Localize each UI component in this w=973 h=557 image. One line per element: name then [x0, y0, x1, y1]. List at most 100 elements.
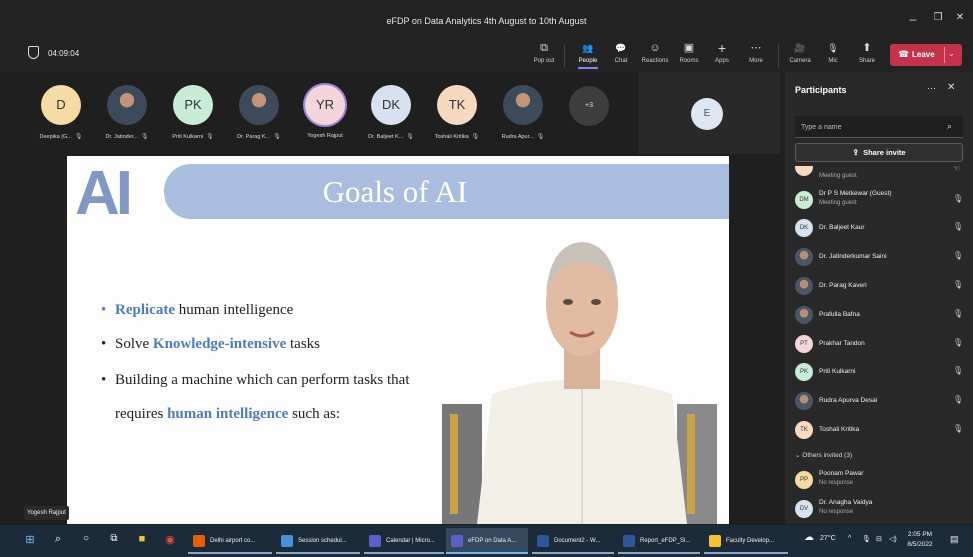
- list-item[interactable]: DV Dr. Anagha Vaidya No response: [785, 495, 973, 523]
- share-invite-button[interactable]: ⇪ Share invite: [795, 143, 963, 162]
- list-item[interactable]: DM Dr P S Metkewar (Guest) Meeting guest…: [785, 186, 973, 214]
- participant-tile-speaking[interactable]: YR Yogesh Rajput: [292, 85, 356, 149]
- close-icon[interactable]: ✕: [947, 82, 955, 93]
- mic-off-icon: 🎙: [827, 43, 839, 53]
- list-item[interactable]: DK Dr. Baljeet Kaur 🎙: [785, 214, 973, 242]
- taskbar-app[interactable]: Session schedul...: [276, 528, 360, 554]
- mic-button[interactable]: 🎙 Mic: [816, 41, 850, 71]
- list-item[interactable]: Dr. Jatinderkumar Saini 🎙: [785, 243, 973, 271]
- sticky-notes-icon[interactable]: ■: [134, 533, 150, 545]
- chat-button[interactable]: 💬 Chat: [604, 41, 638, 71]
- taskbar-app[interactable]: Faculty Develop...: [704, 528, 788, 554]
- people-button[interactable]: 👥 People: [571, 41, 605, 71]
- more-options-icon[interactable]: ⋯: [927, 83, 936, 94]
- list-item[interactable]: PT Prakhar Tandon 🎙: [785, 330, 973, 358]
- firefox-icon: [193, 535, 205, 547]
- chrome-icon[interactable]: ◉: [162, 533, 178, 546]
- list-item[interactable]: Rudra Apurva Desai 🎙: [785, 387, 973, 415]
- participant-tile[interactable]: Rudra Apur... 🎙: [490, 85, 554, 149]
- bullet-item: • Solve Knowledge-intensive tasks: [101, 336, 321, 352]
- taskbar-app[interactable]: Document2 - W...: [532, 528, 614, 554]
- avatar: PT: [795, 335, 813, 353]
- participant-gallery: D Deepika (G... 🎙 Dr. Jatinder... 🎙 PK Pri…: [0, 72, 630, 154]
- maximize-icon[interactable]: ❐: [931, 12, 945, 23]
- list-item[interactable]: Prafulla Bafna 🎙: [785, 301, 973, 329]
- mic-off-icon[interactable]: 🎙: [953, 338, 963, 347]
- weather-temp[interactable]: 27°C: [820, 535, 836, 542]
- search-icon[interactable]: ⌕: [50, 533, 66, 546]
- mic-off-icon[interactable]: 🎙: [953, 395, 963, 404]
- rooms-icon: ▣: [683, 42, 695, 54]
- minimize-icon[interactable]: –: [906, 12, 920, 26]
- leave-button[interactable]: ☎ Leave ⌄: [890, 44, 962, 66]
- participant-tile[interactable]: PK Priti Kulkarni 🎙: [160, 85, 224, 149]
- list-item[interactable]: PK Priti Kulkarni 🎙: [785, 358, 973, 386]
- presenter-name-label: Yogesh Rajput: [24, 506, 69, 520]
- pop-out-button[interactable]: ⧉ Pop out: [527, 41, 561, 71]
- taskbar-app[interactable]: Delhi airport co...: [188, 528, 272, 554]
- avatar: YR: [305, 85, 345, 125]
- bullet-item: • Building a machine which can perform ta…: [101, 372, 410, 388]
- mic-off-icon[interactable]: 🎙: [953, 424, 963, 433]
- close-icon[interactable]: ✕: [953, 12, 967, 23]
- avatar: DK: [371, 85, 411, 125]
- search-icon[interactable]: ⌕: [947, 121, 952, 132]
- avatar: [239, 85, 279, 125]
- more-participants-button[interactable]: +3: [569, 86, 609, 126]
- task-view-icon[interactable]: ⧉: [106, 533, 122, 544]
- list-item[interactable]: PP Poonam Pawar No response: [785, 466, 973, 494]
- camera-button[interactable]: 🎥 Camera: [783, 41, 817, 71]
- participant-tile[interactable]: TK Toshali Kritika 🎙: [424, 85, 488, 149]
- apps-button[interactable]: + Apps: [705, 41, 739, 71]
- microphone-icon[interactable]: 🎙: [862, 535, 871, 543]
- list-item[interactable]: TK Toshali Kritika 🎙: [785, 416, 973, 444]
- mic-off-icon[interactable]: 🎙: [953, 222, 963, 231]
- volume-icon[interactable]: ◁): [889, 535, 897, 543]
- avatar: [795, 392, 813, 410]
- notifications-icon[interactable]: ▤: [950, 534, 959, 545]
- teams-icon: [369, 535, 381, 547]
- mic-off-icon[interactable]: 🎙: [953, 194, 963, 203]
- mic-off-icon[interactable]: 🎙: [953, 251, 963, 260]
- more-button[interactable]: ⋯ More: [739, 41, 773, 71]
- mic-off-icon[interactable]: 🎙: [953, 280, 963, 289]
- avatar: [795, 248, 813, 266]
- network-icon[interactable]: ⊟: [876, 535, 882, 543]
- share-icon: ⇪: [852, 148, 860, 157]
- rooms-button[interactable]: ▣ Rooms: [672, 41, 706, 71]
- folder-icon: [709, 535, 721, 547]
- taskbar-app[interactable]: Report_eFDP_Sl...: [618, 528, 700, 554]
- slide-title-banner: Goals of AI: [164, 164, 729, 219]
- shield-icon: [28, 46, 39, 59]
- pop-out-icon: ⧉: [540, 42, 548, 54]
- search-input[interactable]: [795, 116, 940, 138]
- taskbar-app-active[interactable]: eFDP on Data A...: [446, 528, 528, 554]
- participant-tile[interactable]: DK Dr. Baljeet K... 🎙: [358, 85, 422, 149]
- participant-video-tile[interactable]: E: [638, 72, 780, 154]
- avatar: [795, 166, 813, 176]
- participant-tile[interactable]: D Deepika (G... 🎙: [28, 85, 92, 149]
- shared-presentation-slide: AI Goals of AI • Replicate human intellig…: [67, 156, 729, 524]
- avatar: [503, 85, 543, 125]
- chevron-up-icon[interactable]: ^: [848, 535, 851, 542]
- windows-start-icon[interactable]: ⊞: [22, 533, 38, 546]
- taskbar-app[interactable]: Calendar | Micro...: [364, 528, 444, 554]
- toolbar-divider: [778, 44, 779, 68]
- others-invited-section[interactable]: ⌄ Others invited (3): [795, 451, 852, 459]
- system-clock[interactable]: 2:05 PM 8/5/2022: [900, 530, 940, 550]
- cortana-icon[interactable]: ○: [78, 533, 94, 544]
- participant-list: Meeting guest ☜ DM Dr P S Metkewar (Gues…: [785, 166, 973, 524]
- chevron-down-icon[interactable]: ⌄: [948, 49, 955, 58]
- mic-off-icon[interactable]: 🎙: [953, 366, 963, 375]
- participant-tile[interactable]: Dr. Parag K... 🎙: [226, 85, 290, 149]
- avatar: [107, 85, 147, 125]
- hand-raised-icon: ☜: [953, 166, 961, 173]
- list-item[interactable]: Dr. Parag Kaveri 🎙: [785, 272, 973, 300]
- chrome-icon: [281, 535, 293, 547]
- share-button[interactable]: ⬆ Share: [850, 41, 884, 71]
- reactions-button[interactable]: ☺ Reactions: [638, 41, 672, 71]
- mic-off-icon[interactable]: 🎙: [953, 309, 963, 318]
- participant-tile[interactable]: Dr. Jatinder... 🎙: [94, 85, 158, 149]
- bullet-item-continuation: requires human intelligence such as:: [115, 406, 340, 422]
- weather-icon: ☁: [804, 532, 814, 543]
